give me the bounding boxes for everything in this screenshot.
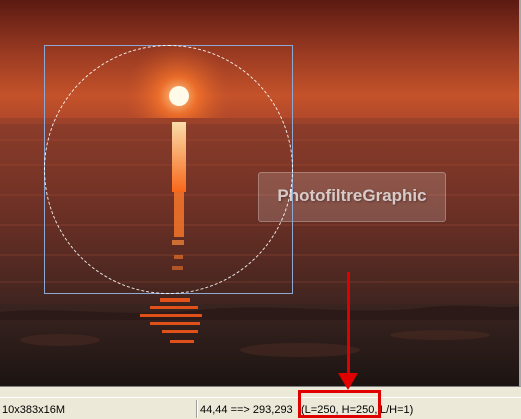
image-canvas[interactable]: PhotofiltreGraphic	[0, 0, 521, 387]
annotation-highlight-box	[298, 390, 381, 418]
status-divider	[196, 400, 198, 418]
annotation-arrow-head	[338, 373, 358, 390]
status-bar: 10x383x16M 44,44 ==> 293,293 (L=250, H=2…	[0, 397, 521, 419]
circular-selection-marquee[interactable]	[44, 45, 293, 294]
photofiltre-window: PhotofiltreGraphic 10x383x16M 44,44 ==> …	[0, 0, 521, 419]
status-selection-coords: 44,44 ==> 293,293	[200, 404, 293, 416]
annotation-arrow-shaft	[347, 272, 350, 376]
status-image-info: 10x383x16M	[2, 404, 65, 416]
selection-bounding-box[interactable]	[44, 45, 293, 294]
status-selection-ratio: L/H=1)	[380, 404, 414, 416]
